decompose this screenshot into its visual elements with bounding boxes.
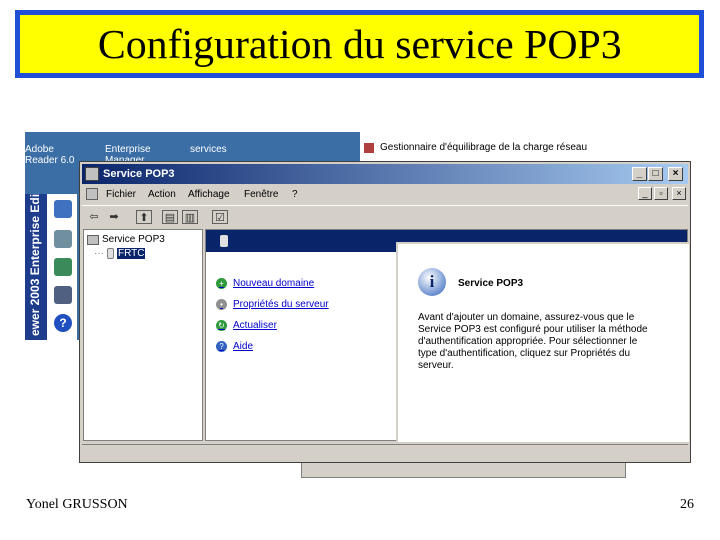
help-icon[interactable]: ?: [54, 314, 72, 332]
export-list-icon[interactable]: ▥: [182, 210, 198, 224]
child-minimize-button[interactable]: _: [638, 187, 652, 200]
child-restore-button[interactable]: ▫: [654, 187, 668, 200]
nlb-icon: [364, 142, 374, 153]
start-item-label: Gestionnaire d'équilibrage de la charge …: [380, 142, 588, 153]
tree-connector: ···: [94, 248, 104, 259]
tree-root-label: Service POP3: [102, 234, 165, 245]
status-bar: [82, 444, 688, 461]
action-actualiser[interactable]: ↻ Actualiser: [216, 320, 277, 331]
child-close-button[interactable]: ×: [672, 187, 686, 200]
maximize-button[interactable]: □: [648, 167, 663, 181]
task-list: + Nouveau domaine • Propriétés du serveu…: [206, 252, 396, 440]
console-icon[interactable]: [86, 188, 98, 200]
close-button[interactable]: ×: [668, 167, 683, 181]
edition-text: ewer 2003 Enterprise Edition: [28, 194, 42, 336]
info-title: Service POP3: [458, 278, 524, 289]
action-aide[interactable]: ? Aide: [216, 341, 253, 352]
menu-fenetre[interactable]: Fenêtre: [244, 189, 278, 200]
menu-bar: Fichier Action Affichage Fenêtre ? _ ▫ ×: [82, 186, 688, 204]
slide-title-text: Configuration du service POP3: [97, 21, 622, 67]
checklist-icon[interactable]: [54, 258, 72, 276]
page-number: 26: [680, 497, 694, 512]
action-label: Nouveau domaine: [233, 278, 315, 289]
up-folder-icon[interactable]: ⬆: [136, 210, 152, 224]
title-bar[interactable]: Service POP3 _ □ ×: [82, 164, 688, 184]
search-icon[interactable]: [54, 286, 72, 304]
refresh-icon: ↻: [216, 320, 227, 331]
action-nouveau-domaine[interactable]: + Nouveau domaine: [216, 278, 314, 289]
properties-icon[interactable]: ☑: [212, 210, 228, 224]
console-tree: Service POP3 ··· FRTC: [83, 229, 203, 441]
action-label: Actualiser: [233, 320, 277, 331]
mmc-icon: [85, 167, 99, 181]
info-icon: i: [418, 268, 446, 296]
service-pop3-window: Service POP3 _ □ × Fichier Action Affich…: [79, 161, 691, 463]
slide-title: Configuration du service POP3: [15, 10, 704, 78]
minimize-button[interactable]: _: [632, 167, 647, 181]
clock-icon[interactable]: [54, 230, 72, 248]
show-tree-icon[interactable]: ▤: [162, 210, 178, 224]
server-icon: [87, 234, 99, 245]
shortcut-adobe-reader[interactable]: Adobe Reader 6.0: [25, 144, 85, 166]
menu-affichage[interactable]: Affichage: [188, 189, 230, 200]
menu-action[interactable]: Action: [148, 189, 176, 200]
database-icon: [220, 235, 228, 247]
window-title: Service POP3: [103, 168, 175, 180]
folder-icon[interactable]: [54, 200, 72, 218]
details-pane: + Nouveau domaine • Propriétés du serveu…: [205, 229, 689, 442]
back-arrow-icon[interactable]: ⇦: [86, 210, 102, 224]
forward-arrow-icon[interactable]: ➡: [106, 210, 122, 224]
start-item-nlb[interactable]: Gestionnaire d'équilibrage de la charge …: [364, 142, 587, 153]
windows-edition-band: ewer 2003 Enterprise Edition: [25, 194, 47, 340]
database-icon: [107, 248, 114, 259]
tree-node-service-pop3[interactable]: Service POP3: [87, 234, 165, 245]
action-proprietes-serveur[interactable]: • Propriétés du serveur: [216, 299, 329, 310]
action-label: Aide: [233, 341, 254, 352]
menu-fichier[interactable]: Fichier: [106, 189, 136, 200]
tree-node-frtc[interactable]: ··· FRTC: [94, 248, 146, 259]
tree-child-label: FRTC: [117, 248, 146, 259]
start-menu-icons: ?: [47, 194, 77, 340]
add-icon: +: [216, 278, 227, 289]
info-panel: i Service POP3 Avant d'ajouter un domain…: [396, 242, 689, 442]
info-text: Avant d'ajouter un domaine, assurez-vous…: [418, 312, 648, 371]
properties-icon: •: [216, 299, 227, 310]
shortcut-services[interactable]: services: [190, 144, 250, 155]
toolbar: ⇦ ➡ ⬆ ▤ ▥ ☑: [82, 205, 688, 227]
footer-author: Yonel GRUSSON: [26, 497, 128, 512]
help-icon: ?: [216, 341, 227, 352]
menu-help[interactable]: ?: [292, 189, 298, 200]
action-label: Propriétés du serveur: [233, 299, 329, 310]
